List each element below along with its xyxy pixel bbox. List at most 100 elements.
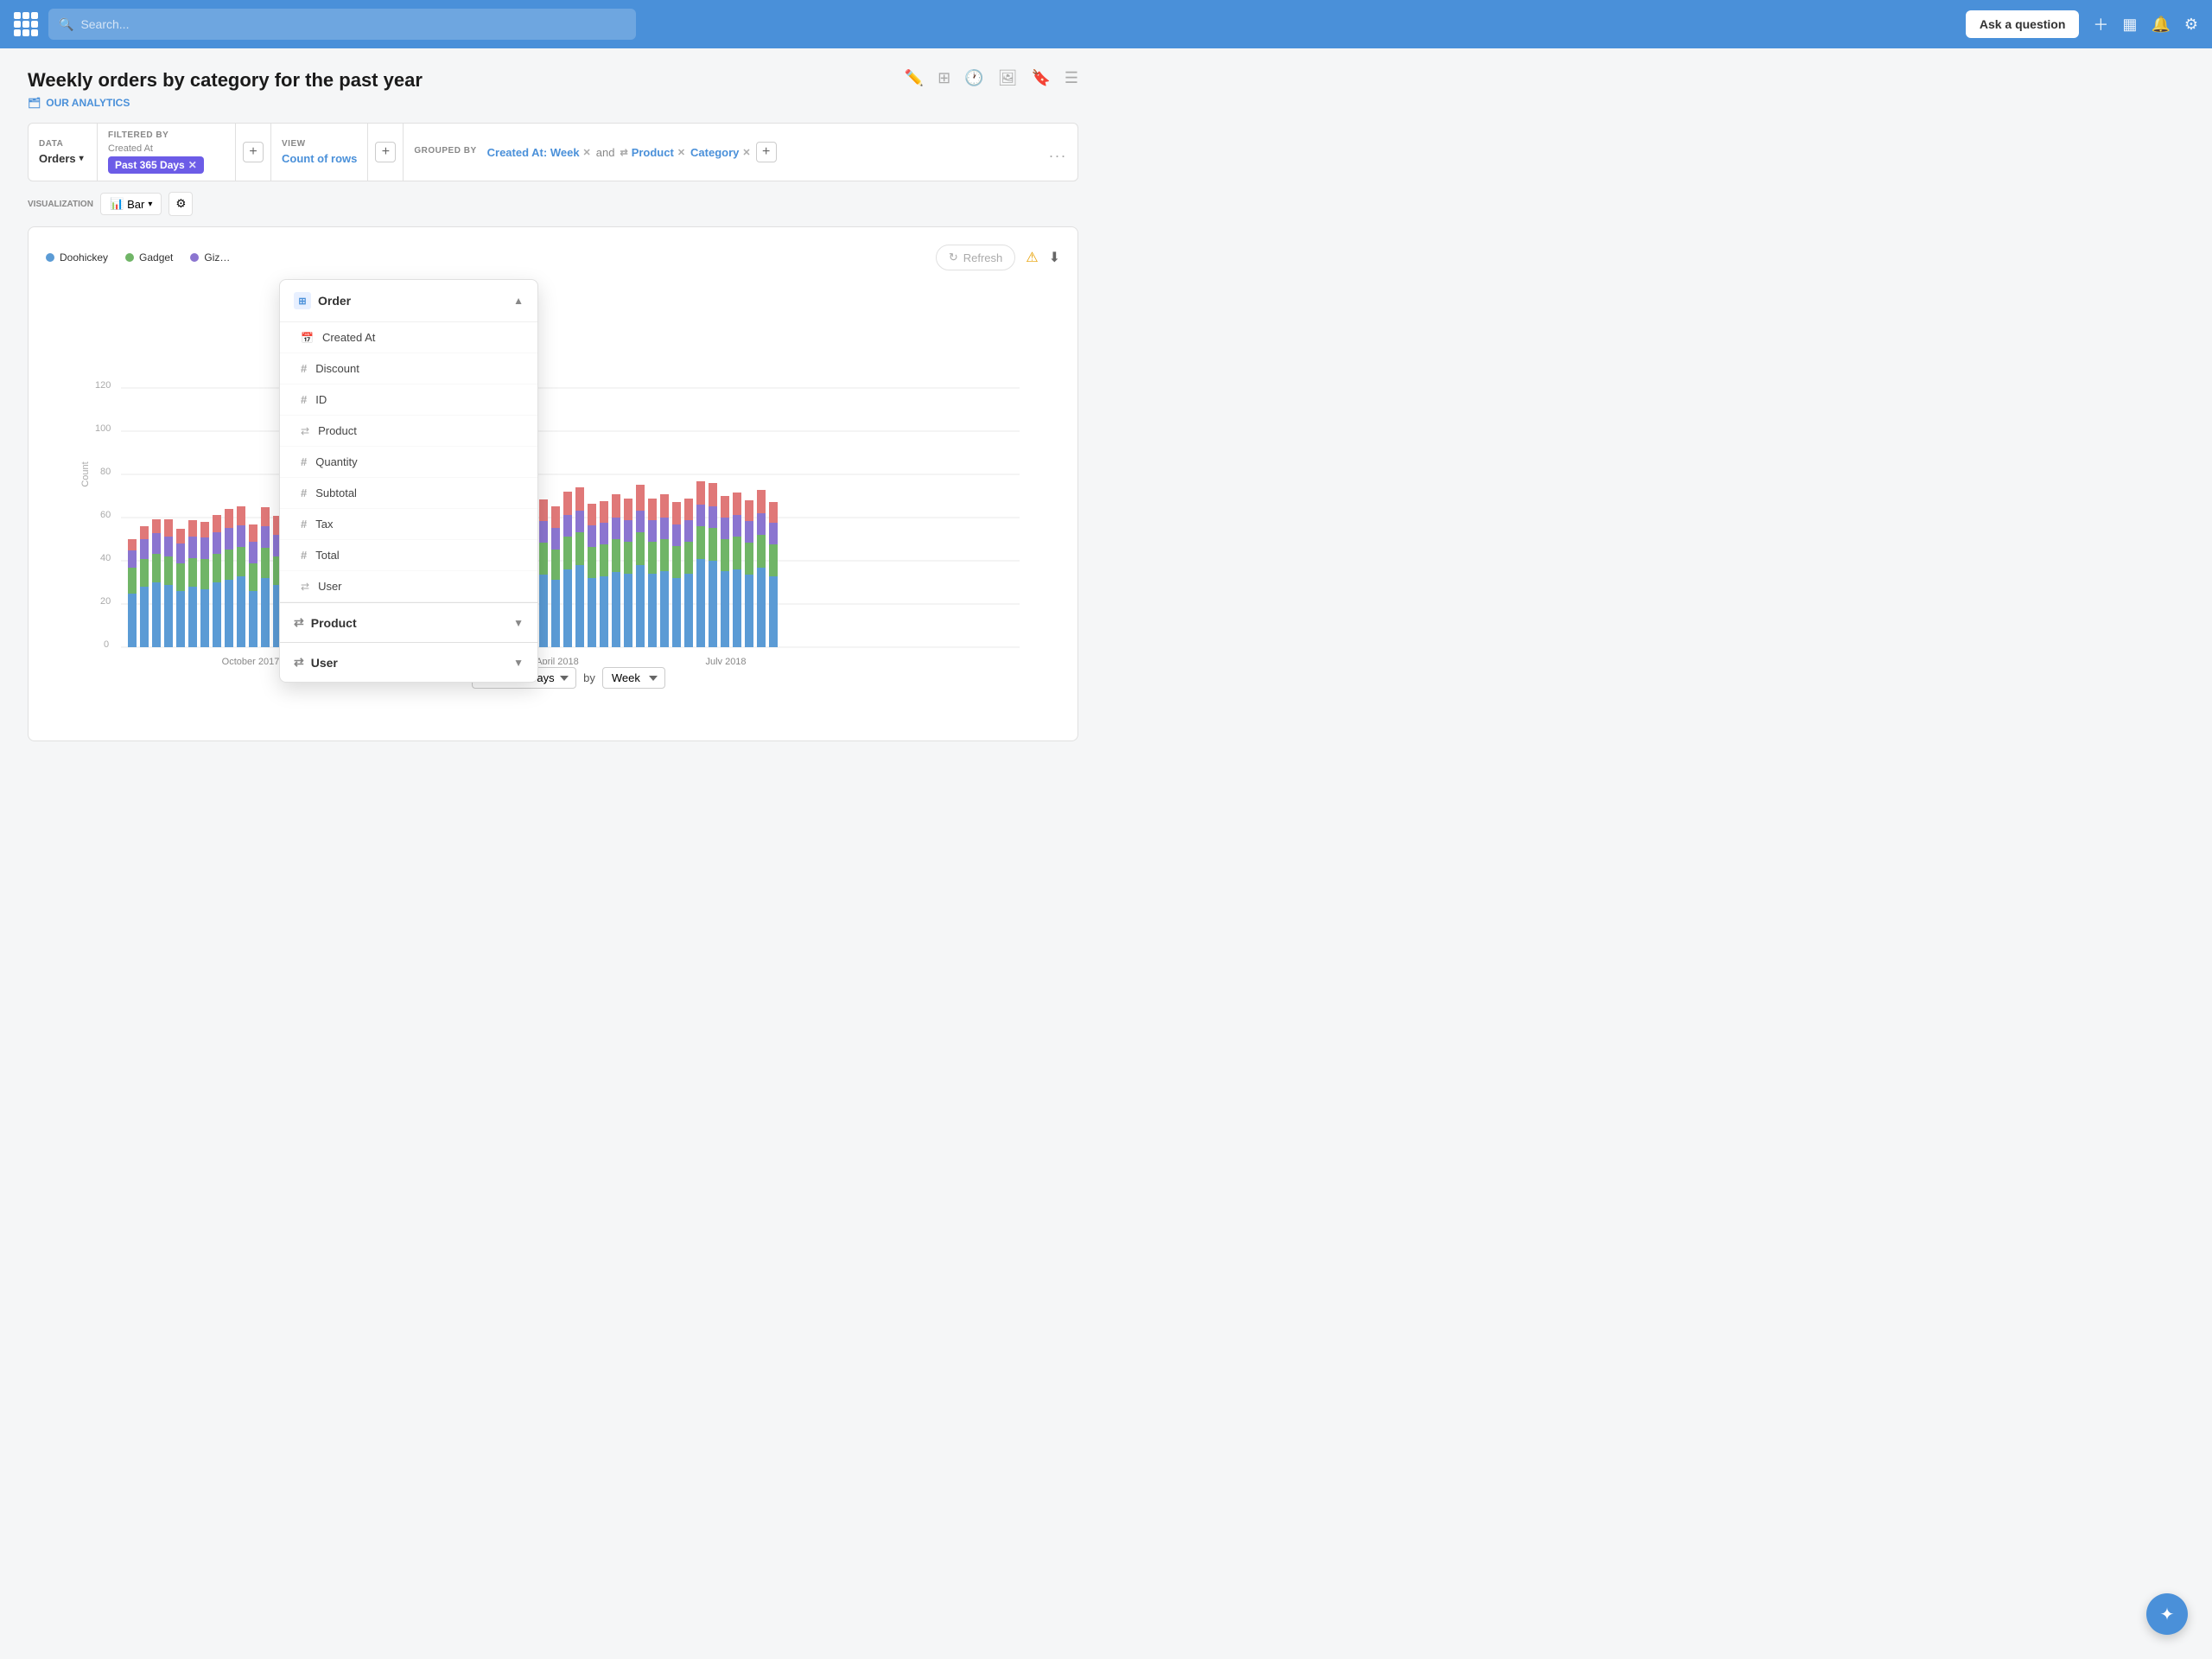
bar-group-11: [249, 524, 257, 647]
field-item-subtotal[interactable]: # Subtotal: [280, 478, 537, 509]
field-item-quantity[interactable]: # Quantity: [280, 447, 537, 478]
field-label-id: ID: [315, 393, 327, 406]
bar-group-6: [188, 520, 197, 647]
history-icon[interactable]: 🕐: [964, 69, 983, 87]
refresh-icon: ↻: [949, 251, 958, 264]
query-toolbar: DATA Orders ▾ FILTERED BY Created At Pas…: [28, 123, 1078, 181]
order-chevron-up-icon: ▲: [513, 295, 524, 307]
svg-text:120: 120: [95, 380, 111, 391]
hash-icon-discount: #: [301, 362, 307, 375]
field-item-discount[interactable]: # Discount: [280, 353, 537, 385]
layout-icon[interactable]: ▦: [2122, 16, 2137, 34]
data-section: DATA Orders ▾: [29, 124, 98, 181]
grouped-by-section: GROUPED BY Created At: Week ✕ and ⇄ Prod…: [404, 124, 1039, 181]
viz-chevron-icon: ▾: [148, 200, 152, 209]
bar-group-36: [551, 506, 560, 647]
field-label-subtotal: Subtotal: [315, 486, 357, 499]
data-value[interactable]: Orders ▾: [39, 152, 86, 165]
field-item-created-at[interactable]: 📅 Created At: [280, 322, 537, 353]
add-filter-button[interactable]: +: [243, 142, 264, 162]
user-share-icon: ⇄: [294, 655, 304, 670]
bar-chart: 0 20 40 60 80 100 120 Count: [46, 284, 1060, 667]
legend-label-doohickey: Doohickey: [60, 251, 108, 264]
field-item-tax[interactable]: # Tax: [280, 509, 537, 540]
order-group-header[interactable]: ⊞ Order ▲: [280, 280, 537, 322]
interval-select[interactable]: Week Day Month: [602, 667, 665, 689]
gear-icon[interactable]: ⚙: [2184, 16, 2198, 34]
field-item-total[interactable]: # Total: [280, 540, 537, 571]
filter-chip[interactable]: Past 365 Days ✕: [108, 156, 204, 174]
page-toolbar: ✏️ ⊞ 🕐 🖼 🔖 ☰: [905, 69, 1078, 87]
link-icon-user: ⇄: [301, 581, 309, 593]
svg-text:20: 20: [100, 596, 111, 607]
hash-icon-subtotal: #: [301, 486, 307, 499]
group2-remove-icon[interactable]: ✕: [677, 147, 685, 158]
hash-icon-quantity: #: [301, 455, 307, 468]
add-filter-section: +: [236, 124, 271, 181]
bell-icon[interactable]: 🔔: [2151, 16, 2170, 34]
group-and: and: [596, 146, 615, 159]
more-options-button[interactable]: ...: [1039, 124, 1077, 181]
menu-icon[interactable]: ☰: [1065, 69, 1078, 87]
viz-row: VISUALIZATION 📊 Bar ▾ ⚙: [28, 192, 1078, 216]
bar-group-44: [648, 499, 657, 647]
bottom-controls: View Past 365 Days Past 30 Days Past 7 D…: [46, 667, 1060, 689]
field-label-discount: Discount: [315, 362, 359, 375]
chart-container: Doohickey Gadget Giz… ↻ Refresh ⚠ ⬇: [28, 226, 1078, 741]
edit-icon[interactable]: ✏️: [905, 69, 924, 87]
chart-actions: ↻ Refresh ⚠ ⬇: [936, 245, 1060, 270]
product-group-header[interactable]: ⇄ Product ▼: [280, 602, 537, 642]
group-chip-1[interactable]: Created At: Week ✕: [487, 146, 591, 159]
field-item-user[interactable]: ⇄ User: [280, 571, 537, 602]
viz-settings-button[interactable]: ⚙: [168, 192, 193, 216]
field-item-id[interactable]: # ID: [280, 385, 537, 416]
ask-question-button[interactable]: Ask a question: [1966, 10, 2080, 38]
bar-group-46: [672, 502, 681, 647]
navigate-fab[interactable]: ✦: [2146, 1593, 2188, 1635]
add-metric-section: +: [368, 124, 404, 181]
viz-type-button[interactable]: 📊 Bar ▾: [100, 193, 162, 215]
bookmark-icon[interactable]: 🔖: [1031, 69, 1050, 87]
bar-group-1: [128, 539, 137, 647]
refresh-button[interactable]: ↻ Refresh: [936, 245, 1015, 270]
bar-group-47: [684, 499, 693, 647]
breadcrumb-icon: 🗂: [28, 97, 41, 109]
chart-legend: Doohickey Gadget Giz…: [46, 251, 230, 264]
image-icon[interactable]: 🖼: [998, 69, 1018, 87]
product-group-label: Product: [311, 616, 357, 630]
plus-icon[interactable]: ＋: [2093, 13, 2108, 35]
group1-remove-icon[interactable]: ✕: [583, 147, 591, 158]
group3-remove-icon[interactable]: ✕: [742, 147, 750, 158]
filtered-by-section: FILTERED BY Created At Past 365 Days ✕: [98, 124, 236, 181]
bar-chart-icon: 📊: [110, 197, 124, 211]
svg-text:October 2017: October 2017: [222, 657, 280, 664]
field-label-total: Total: [315, 549, 339, 562]
view-section: VIEW Count of rows: [271, 124, 368, 181]
filter-remove-icon[interactable]: ✕: [188, 159, 197, 171]
add-metric-button[interactable]: +: [375, 142, 396, 162]
clone-icon[interactable]: ⊞: [938, 69, 950, 87]
field-item-product[interactable]: ⇄ Product: [280, 416, 537, 447]
viz-gear-icon: ⚙: [175, 197, 186, 211]
group-chip-3[interactable]: Category ✕: [690, 146, 751, 159]
main-content: Weekly orders by category for the past y…: [0, 48, 1106, 762]
legend-dot-doohickey: [46, 253, 54, 262]
svg-text:100: 100: [95, 423, 111, 434]
search-bar[interactable]: 🔍 Search...: [48, 9, 636, 40]
svg-text:Count: Count: [80, 461, 91, 486]
user-group-label: User: [311, 656, 338, 670]
user-group-header[interactable]: ⇄ User ▼: [280, 642, 537, 682]
search-icon: 🔍: [59, 17, 73, 32]
group-chip-2[interactable]: ⇄ Product ✕: [620, 146, 685, 159]
data-label: DATA: [39, 139, 86, 149]
calendar-icon: 📅: [301, 332, 314, 344]
bar-group-4: [164, 519, 173, 647]
download-icon[interactable]: ⬇: [1049, 249, 1060, 266]
add-group-button[interactable]: +: [756, 142, 777, 162]
view-value[interactable]: Count of rows: [282, 152, 357, 165]
field-label-product: Product: [318, 424, 357, 437]
svg-text:40: 40: [100, 553, 111, 563]
legend-item-gizmo: Giz…: [190, 251, 230, 264]
hash-icon-id: #: [301, 393, 307, 406]
page-title: Weekly orders by category for the past y…: [28, 69, 423, 92]
